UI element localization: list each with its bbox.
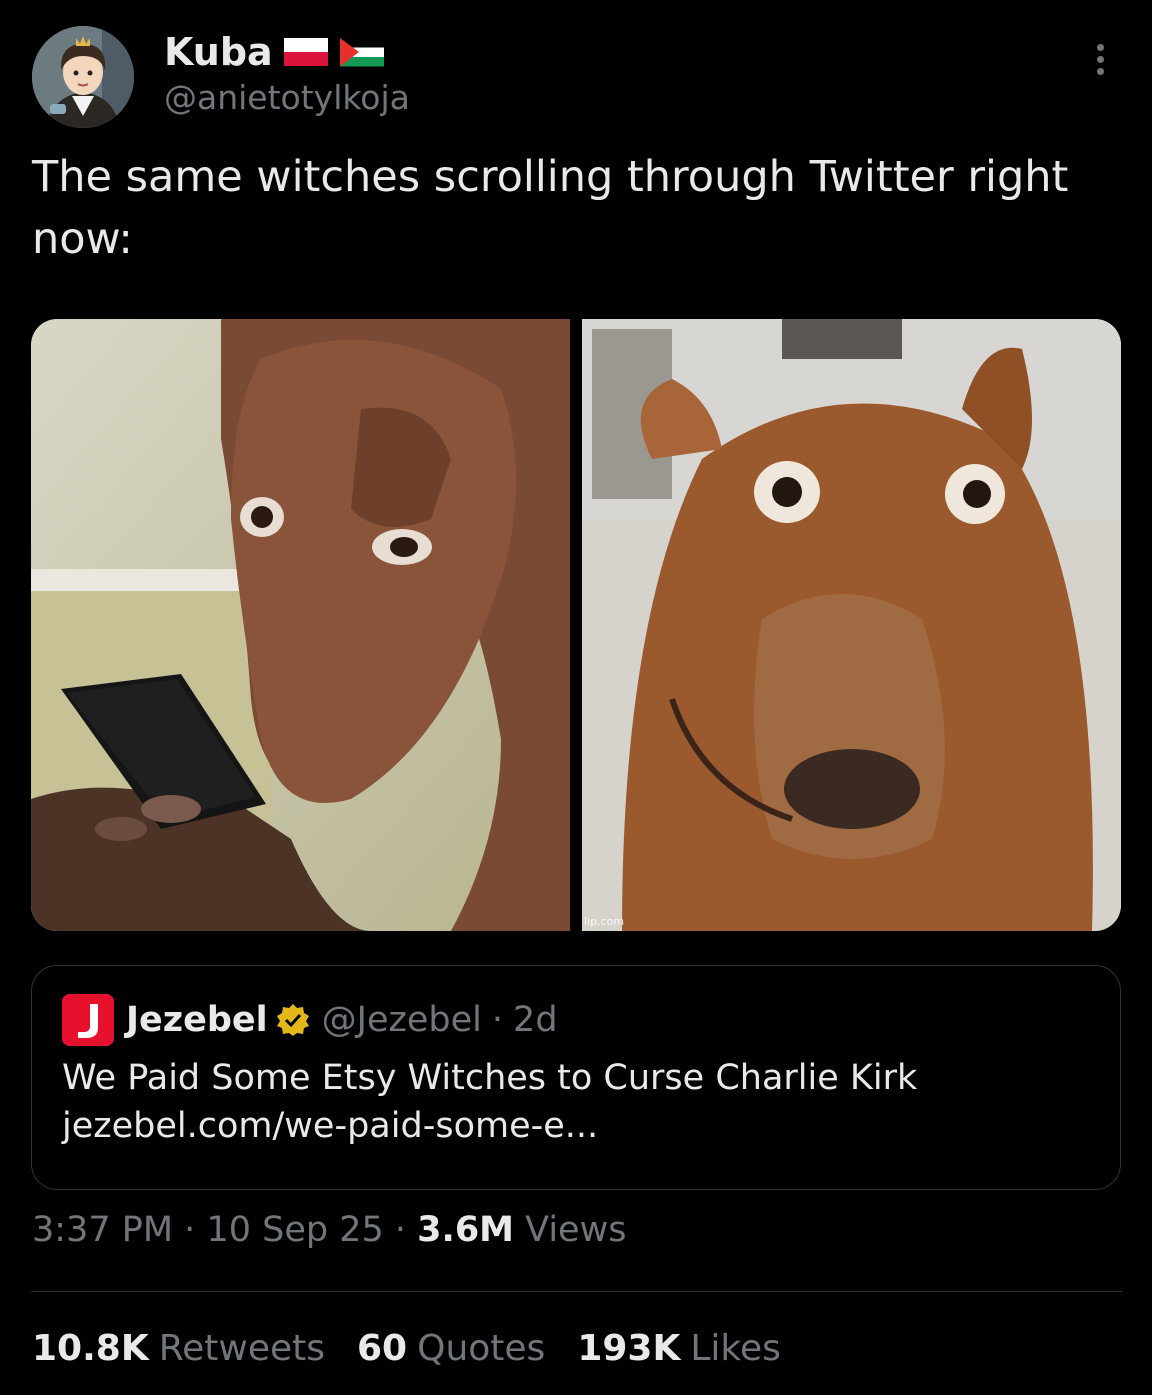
- divider: [31, 1291, 1122, 1292]
- tweet-stats: 10.8K Retweets 60 Quotes 193K Likes: [32, 1328, 781, 1369]
- tweet-time[interactable]: 3:37 PM: [32, 1210, 173, 1250]
- quoted-time[interactable]: 2d: [513, 1000, 558, 1040]
- display-name[interactable]: Kuba: [164, 30, 273, 74]
- likes-label: Likes: [690, 1328, 781, 1369]
- likes-stat[interactable]: 193K Likes: [577, 1328, 781, 1369]
- jezebel-logo-icon: [62, 994, 114, 1046]
- quotes-stat[interactable]: 60 Quotes: [357, 1328, 545, 1369]
- quoted-display-name[interactable]: Jezebel: [126, 1000, 268, 1040]
- author-avatar[interactable]: [32, 26, 134, 128]
- retweets-label: Retweets: [158, 1328, 325, 1369]
- verified-badge-icon: [276, 1004, 309, 1036]
- quoted-tweet-header: Jezebel @Jezebel · 2d: [62, 994, 558, 1046]
- quoted-separator: ·: [491, 1000, 504, 1040]
- tweet-meta: 3:37 PM · 10 Sep 25 · 3.6M Views: [32, 1210, 626, 1250]
- views-count: 3.6M: [417, 1210, 515, 1250]
- quoted-tweet-card[interactable]: Jezebel @Jezebel · 2d We Paid Some Etsy …: [31, 965, 1121, 1190]
- meta-separator: ·: [394, 1210, 407, 1250]
- quoted-tweet-link[interactable]: jezebel.com/we-paid-some-e...: [62, 1106, 598, 1146]
- meta-separator: ·: [184, 1210, 196, 1250]
- more-options-icon[interactable]: [1088, 44, 1112, 84]
- shocked-dog-image[interactable]: [582, 319, 1121, 931]
- likes-count: 193K: [577, 1328, 681, 1369]
- views-label: Views: [525, 1210, 627, 1250]
- media-watermark: lip.com: [584, 915, 625, 928]
- author-handle[interactable]: @anietotylkoja: [164, 78, 410, 117]
- cartoon-avatar-icon: [32, 26, 134, 128]
- quoted-tweet-text: We Paid Some Etsy Witches to Curse Charl…: [62, 1058, 918, 1098]
- tweet-media[interactable]: lip.com: [31, 319, 1121, 931]
- tweet: Kuba @anietotylkoja The same witches scr…: [0, 0, 1152, 1395]
- retweets-stat[interactable]: 10.8K Retweets: [32, 1328, 325, 1369]
- author-name-row: Kuba: [164, 30, 385, 74]
- quotes-label: Quotes: [417, 1328, 546, 1369]
- quoted-handle[interactable]: @Jezebel: [322, 1000, 482, 1040]
- quotes-count: 60: [357, 1328, 408, 1369]
- tweet-date[interactable]: 10 Sep 25: [206, 1210, 383, 1250]
- tweet-text: The same witches scrolling through Twitt…: [32, 152, 1069, 264]
- dog-looking-at-phone-image[interactable]: [31, 319, 570, 931]
- poland-flag-icon: [283, 38, 328, 66]
- palestine-flag-icon: [339, 38, 384, 67]
- retweets-count: 10.8K: [32, 1328, 149, 1369]
